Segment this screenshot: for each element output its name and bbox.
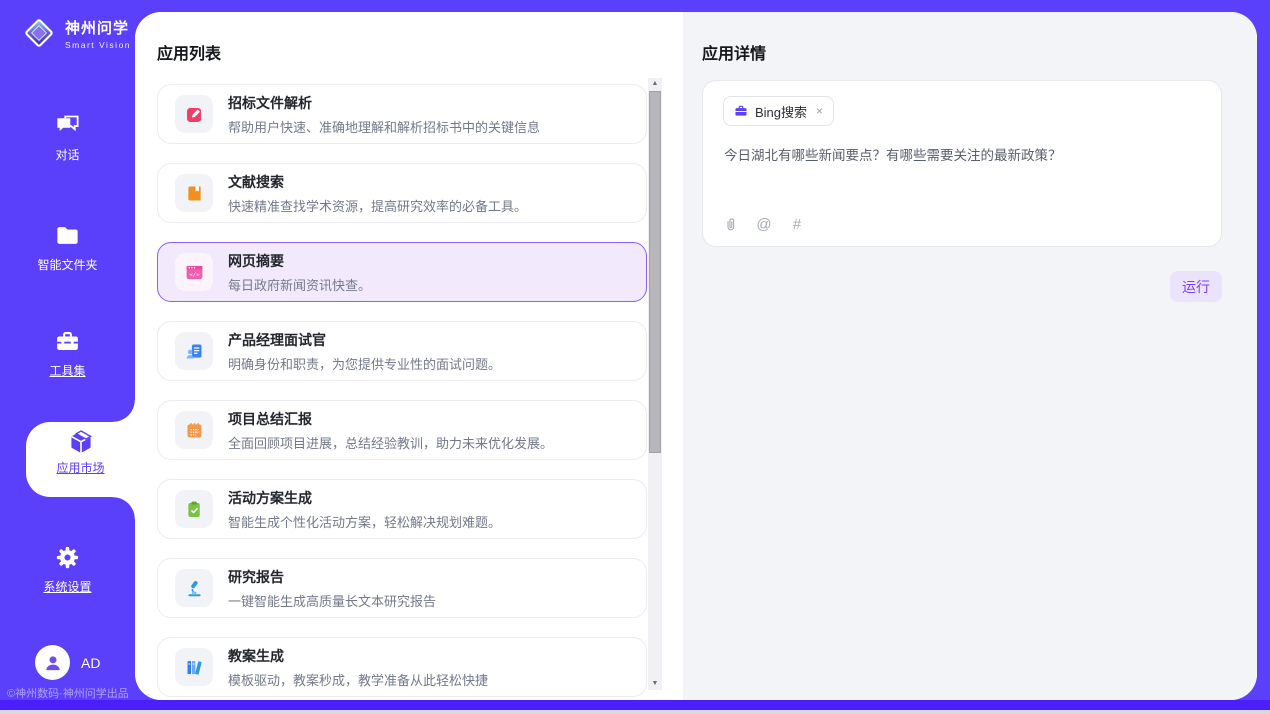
at-icon[interactable]: @ — [756, 216, 772, 233]
app-detail-title: 应用详情 — [702, 40, 766, 64]
sidebar-item-label: 应用市场 — [56, 459, 104, 476]
folder-icon — [54, 222, 81, 249]
app-desc: 智能生成个性化活动方案，轻松解决规划难题。 — [228, 512, 501, 531]
microscope-icon — [175, 569, 213, 607]
prompt-text[interactable]: 今日湖北有哪些新闻要点？有哪些需要关注的最新政策？ — [724, 144, 1194, 164]
brand-tagline: Smart Vision — [65, 40, 131, 50]
briefcase-icon — [734, 104, 748, 118]
book-icon — [175, 174, 213, 212]
app-item-pm-interviewer[interactable]: 产品经理面试官 明确身份和职责，为您提供专业性的面试问题。 — [157, 321, 647, 381]
cube-icon — [67, 428, 95, 456]
user-account[interactable]: AD — [35, 645, 100, 680]
app-item-literature-search[interactable]: 文献搜索 快速精准查找学术资源，提高研究效率的必备工具。 — [157, 163, 647, 223]
bubble-curve-bottom — [113, 497, 135, 519]
app-item-project-summary[interactable]: 项目总结汇报 全面回顾项目进展，总结经验教训，助力未来优化发展。 — [157, 400, 647, 460]
report-note-icon — [175, 411, 213, 449]
app-name: 招标文件解析 — [228, 93, 540, 113]
app-desc: 每日政府新闻资讯快查。 — [228, 275, 371, 294]
app-name: 教案生成 — [228, 646, 488, 666]
sidebar: 神州问学 Smart Vision 对话 智能文件夹 工具集 — [0, 0, 135, 700]
scrollbar-down-arrow[interactable]: ▼ — [648, 678, 662, 690]
gem-diamond-icon — [20, 14, 58, 52]
chat-icon — [54, 112, 81, 139]
app-desc: 帮助用户快速、准确地理解和解析招标书中的关键信息 — [228, 117, 540, 136]
app-item-research-report[interactable]: 研究报告 一键智能生成高质量长文本研究报告 — [157, 558, 647, 618]
app-name: 网页摘要 — [228, 251, 371, 271]
tool-tag-bing-search[interactable]: Bing搜索 × — [723, 96, 834, 126]
app-list-title: 应用列表 — [157, 40, 221, 64]
app-name: 活动方案生成 — [228, 488, 501, 508]
books-icon — [175, 648, 213, 686]
avatar — [35, 645, 70, 680]
scrollbar[interactable]: ▲ ▼ — [648, 78, 662, 690]
app-item-web-summary[interactable]: </> 网页摘要 每日政府新闻资讯快查。 — [157, 242, 647, 302]
app-list: 招标文件解析 帮助用户快速、准确地理解和解析招标书中的关键信息 文献搜索 快速精… — [157, 84, 647, 697]
sidebar-item-chat[interactable]: 对话 — [0, 112, 135, 164]
composer-toolbar: @ # — [723, 216, 805, 233]
clipboard-check-icon — [175, 490, 213, 528]
scrollbar-thumb[interactable] — [649, 91, 661, 453]
run-button[interactable]: 运行 — [1170, 271, 1222, 302]
app-name: 文献搜索 — [228, 172, 527, 192]
document-edit-icon — [175, 95, 213, 133]
toolbox-icon — [54, 328, 81, 355]
app-detail-panel: 应用详情 Bing搜索 × 今日湖北有哪些新闻要点？有哪些需要关注的最新政策？ — [683, 12, 1257, 700]
bottom-bar — [0, 700, 1270, 710]
person-icon — [43, 653, 63, 673]
paperclip-icon[interactable] — [723, 217, 739, 232]
app-desc: 明确身份和职责，为您提供专业性的面试问题。 — [228, 354, 501, 373]
sidebar-item-smart-folder[interactable]: 智能文件夹 — [0, 222, 135, 274]
app-list-panel: 应用列表 招标文件解析 帮助用户快速、准确地理解和解析招标书中的关键信息 — [135, 12, 683, 700]
sidebar-item-label: 系统设置 — [43, 578, 91, 595]
content-area: 应用列表 招标文件解析 帮助用户快速、准确地理解和解析招标书中的关键信息 — [135, 12, 1257, 700]
gear-icon — [54, 544, 81, 571]
app-item-event-plan[interactable]: 活动方案生成 智能生成个性化活动方案，轻松解决规划难题。 — [157, 479, 647, 539]
hash-icon[interactable]: # — [789, 216, 805, 233]
app-desc: 一键智能生成高质量长文本研究报告 — [228, 591, 436, 610]
sidebar-item-toolset[interactable]: 工具集 — [0, 328, 135, 380]
sidebar-item-label: 智能文件夹 — [37, 256, 97, 273]
tool-tag-close-icon[interactable]: × — [816, 104, 823, 118]
app-name: 项目总结汇报 — [228, 409, 553, 429]
svg-text:</>: </> — [189, 272, 200, 278]
sidebar-item-settings[interactable]: 系统设置 — [0, 544, 135, 596]
copyright-text: ©神州数码·神州问学出品 — [7, 685, 129, 701]
brand-logo: 神州问学 Smart Vision — [20, 14, 131, 52]
app-item-lesson-plan[interactable]: 教案生成 模板驱动，教案秒成，教学准备从此轻松快捷 — [157, 637, 647, 697]
window-bottom-edge — [0, 710, 1270, 714]
bubble-curve-top — [113, 400, 135, 422]
interviewer-icon — [175, 332, 213, 370]
tool-tag-label: Bing搜索 — [755, 102, 807, 121]
user-initials: AD — [81, 655, 100, 671]
sidebar-item-label: 工具集 — [49, 362, 85, 379]
sidebar-item-app-market[interactable]: 应用市场 — [26, 422, 135, 497]
prompt-card[interactable]: Bing搜索 × 今日湖北有哪些新闻要点？有哪些需要关注的最新政策？ @ # — [702, 80, 1222, 247]
scrollbar-up-arrow[interactable]: ▲ — [648, 78, 662, 90]
browser-code-icon: </> — [175, 253, 213, 291]
app-name: 研究报告 — [228, 567, 436, 587]
app-name: 产品经理面试官 — [228, 330, 501, 350]
app-item-bid-document-parse[interactable]: 招标文件解析 帮助用户快速、准确地理解和解析招标书中的关键信息 — [157, 84, 647, 144]
app-desc: 模板驱动，教案秒成，教学准备从此轻松快捷 — [228, 670, 488, 689]
sidebar-item-label: 对话 — [55, 146, 79, 163]
app-desc: 快速精准查找学术资源，提高研究效率的必备工具。 — [228, 196, 527, 215]
brand-name: 神州问学 — [65, 17, 131, 38]
app-desc: 全面回顾项目进展，总结经验教训，助力未来优化发展。 — [228, 433, 553, 452]
